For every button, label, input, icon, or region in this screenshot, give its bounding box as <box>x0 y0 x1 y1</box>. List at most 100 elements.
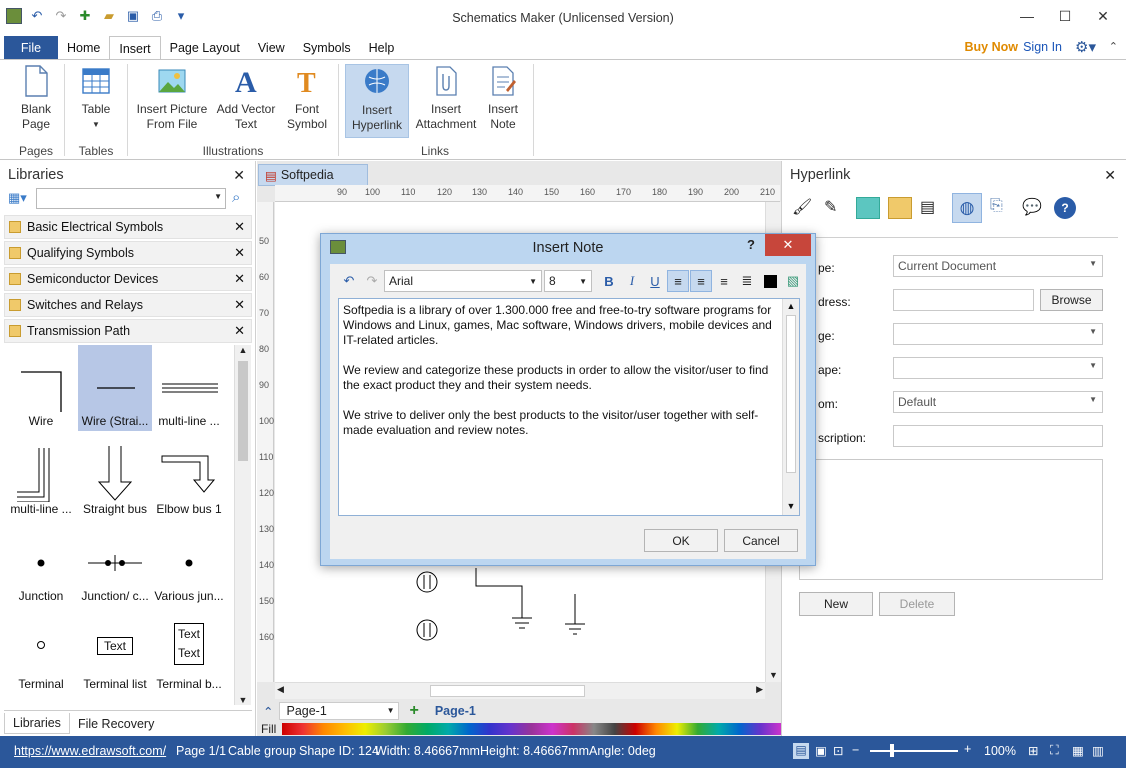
bold-icon[interactable]: B <box>598 270 620 292</box>
tab-page-layout[interactable]: Page Layout <box>161 36 249 60</box>
tab-libraries[interactable]: Libraries <box>4 713 70 734</box>
scroll-down-icon[interactable]: ▼ <box>783 499 799 514</box>
library-category[interactable]: Qualifying Symbols ✕ <box>4 241 252 265</box>
italic-icon[interactable]: I <box>621 270 643 292</box>
shape-various-junctions[interactable]: Various jun... <box>152 520 226 606</box>
scroll-thumb[interactable] <box>430 685 585 697</box>
page-select[interactable]: ▼ <box>893 323 1103 345</box>
library-category[interactable]: Switches and Relays ✕ <box>4 293 252 317</box>
insert-picture-button[interactable]: Insert Picture From File <box>134 64 210 132</box>
canvas-horizontal-scrollbar[interactable]: ◀ ▶ <box>275 682 765 699</box>
library-category[interactable]: Basic Electrical Symbols ✕ <box>4 215 252 239</box>
hyperlink-close-icon[interactable]: ✕ <box>1104 167 1116 184</box>
note-scrollbar[interactable]: ▲ ▼ <box>782 299 799 515</box>
tab-help[interactable]: Help <box>360 36 404 60</box>
normal-view-icon[interactable]: ▤ <box>793 743 809 759</box>
buy-now-link[interactable]: Buy Now <box>965 40 1018 54</box>
zoom-select[interactable]: Default ▼ <box>893 391 1103 413</box>
shape-straight-bus[interactable]: Straight bus <box>78 433 152 519</box>
shadow-icon[interactable] <box>856 197 880 219</box>
website-link[interactable]: https://www.edrawsoft.com/ <box>14 744 166 758</box>
close-icon[interactable]: ✕ <box>234 323 245 339</box>
type-select[interactable]: Current Document ▼ <box>893 255 1103 277</box>
fit-width-icon[interactable]: ⊡ <box>833 743 843 758</box>
ok-button[interactable]: OK <box>644 529 718 552</box>
blank-page-button[interactable]: Blank Page <box>14 64 58 132</box>
add-page-icon[interactable]: + <box>409 702 418 720</box>
shape-junction[interactable]: Junction <box>4 520 78 606</box>
settings-icon[interactable]: ⚙▾ <box>1075 38 1096 56</box>
tab-symbols[interactable]: Symbols <box>294 36 360 60</box>
sign-in-link[interactable]: Sign In <box>1023 40 1062 54</box>
shape-wire[interactable]: Wire <box>4 345 78 431</box>
shape-elbow-bus[interactable]: Elbow bus 1 <box>152 433 226 519</box>
shape-select[interactable]: ▼ <box>893 357 1103 379</box>
layout-icon[interactable]: ▥ <box>1092 743 1104 758</box>
zoom-slider-thumb[interactable] <box>890 744 894 757</box>
undo-icon[interactable]: ↶ <box>338 270 360 292</box>
collapse-ribbon-icon[interactable]: ⌃ <box>1109 40 1118 53</box>
dialog-help-icon[interactable]: ? <box>747 237 755 252</box>
redo-icon[interactable]: ↷ <box>361 270 383 292</box>
library-category[interactable]: Transmission Path ✕ <box>4 319 252 343</box>
page-properties-icon[interactable]: ▤ <box>920 197 944 219</box>
page-tab-link[interactable]: Page-1 <box>435 704 476 718</box>
font-family-select[interactable]: Arial ▼ <box>384 270 542 292</box>
layer-icon[interactable] <box>888 197 912 219</box>
scroll-thumb[interactable] <box>238 361 248 461</box>
font-size-select[interactable]: 8 ▼ <box>544 270 592 292</box>
fit-page-icon[interactable]: ▣ <box>815 743 827 758</box>
shape-terminal-list[interactable]: Text Terminal list <box>78 608 152 694</box>
font-color-icon[interactable] <box>759 270 781 292</box>
font-symbol-button[interactable]: T Font Symbol <box>282 64 332 132</box>
dialog-close-icon[interactable]: ✕ <box>765 234 811 256</box>
underline-icon[interactable]: U <box>644 270 666 292</box>
hyperlink-list[interactable] <box>799 459 1103 580</box>
page-selector[interactable]: Page-1 ▼ <box>279 702 400 720</box>
tab-file[interactable]: File <box>4 36 58 60</box>
full-screen-icon[interactable]: ⛶ <box>1050 743 1059 758</box>
description-input[interactable] <box>893 425 1103 447</box>
zoom-out-icon[interactable]: − <box>852 743 859 757</box>
cancel-button[interactable]: Cancel <box>724 529 798 552</box>
chevron-up-icon[interactable]: ⌃ <box>263 704 273 719</box>
shape-multi-line[interactable]: multi-line ... <box>152 345 226 431</box>
align-center-icon[interactable]: ≡ <box>690 270 712 292</box>
align-right-icon[interactable]: ≡ <box>713 270 735 292</box>
address-input[interactable] <box>893 289 1034 311</box>
new-button[interactable]: New <box>799 592 873 616</box>
shape-junction-connection[interactable]: Junction/ c... <box>78 520 152 606</box>
scroll-up-icon[interactable]: ▲ <box>783 299 799 314</box>
add-vector-text-button[interactable]: A Add Vector Text <box>212 64 280 132</box>
tab-insert[interactable]: Insert <box>109 36 161 60</box>
line-pen-icon[interactable]: ✎ <box>824 197 848 219</box>
note-text-area[interactable]: Softpedia is a library of over 1.300.000… <box>338 298 800 516</box>
document-tab[interactable]: ▤ Softpedia <box>258 164 368 186</box>
tab-file-recovery[interactable]: File Recovery <box>70 714 162 734</box>
close-icon[interactable]: ✕ <box>234 271 245 287</box>
attachment-icon[interactable]: ⎘ <box>990 197 1014 219</box>
tab-home[interactable]: Home <box>58 36 109 60</box>
table-button[interactable]: Table ▼ <box>74 64 118 132</box>
fill-bucket-icon[interactable]: 🖌 <box>792 197 816 219</box>
insert-image-icon[interactable]: ▧ <box>782 270 804 292</box>
shape-multi-line-elbow[interactable]: multi-line ... <box>4 433 78 519</box>
library-scrollbar[interactable]: ▲ ▼ <box>234 345 251 705</box>
library-category[interactable]: Semiconductor Devices ✕ <box>4 267 252 291</box>
close-icon[interactable]: ✕ <box>1084 4 1122 28</box>
zoom-in-icon[interactable]: + <box>964 742 971 756</box>
justify-icon[interactable]: ≣ <box>736 270 758 292</box>
libraries-close-icon[interactable]: ✕ <box>233 167 245 184</box>
search-icon[interactable]: ⌕ <box>232 189 240 206</box>
help-icon[interactable]: ? <box>1054 197 1076 219</box>
insert-attachment-button[interactable]: Insert Attachment <box>412 64 480 132</box>
tab-view[interactable]: View <box>249 36 294 60</box>
library-search-input[interactable]: ▼ <box>36 188 226 209</box>
library-menu-icon[interactable]: ▦▾ <box>8 190 30 208</box>
minimize-icon[interactable]: — <box>1008 4 1046 28</box>
browse-button[interactable]: Browse <box>1040 289 1103 311</box>
scroll-down-icon[interactable]: ▼ <box>235 695 251 705</box>
comment-icon[interactable]: 💬 <box>1022 197 1046 219</box>
insert-hyperlink-button[interactable]: Insert Hyperlink <box>345 64 409 138</box>
zoom-slider[interactable] <box>870 744 958 757</box>
